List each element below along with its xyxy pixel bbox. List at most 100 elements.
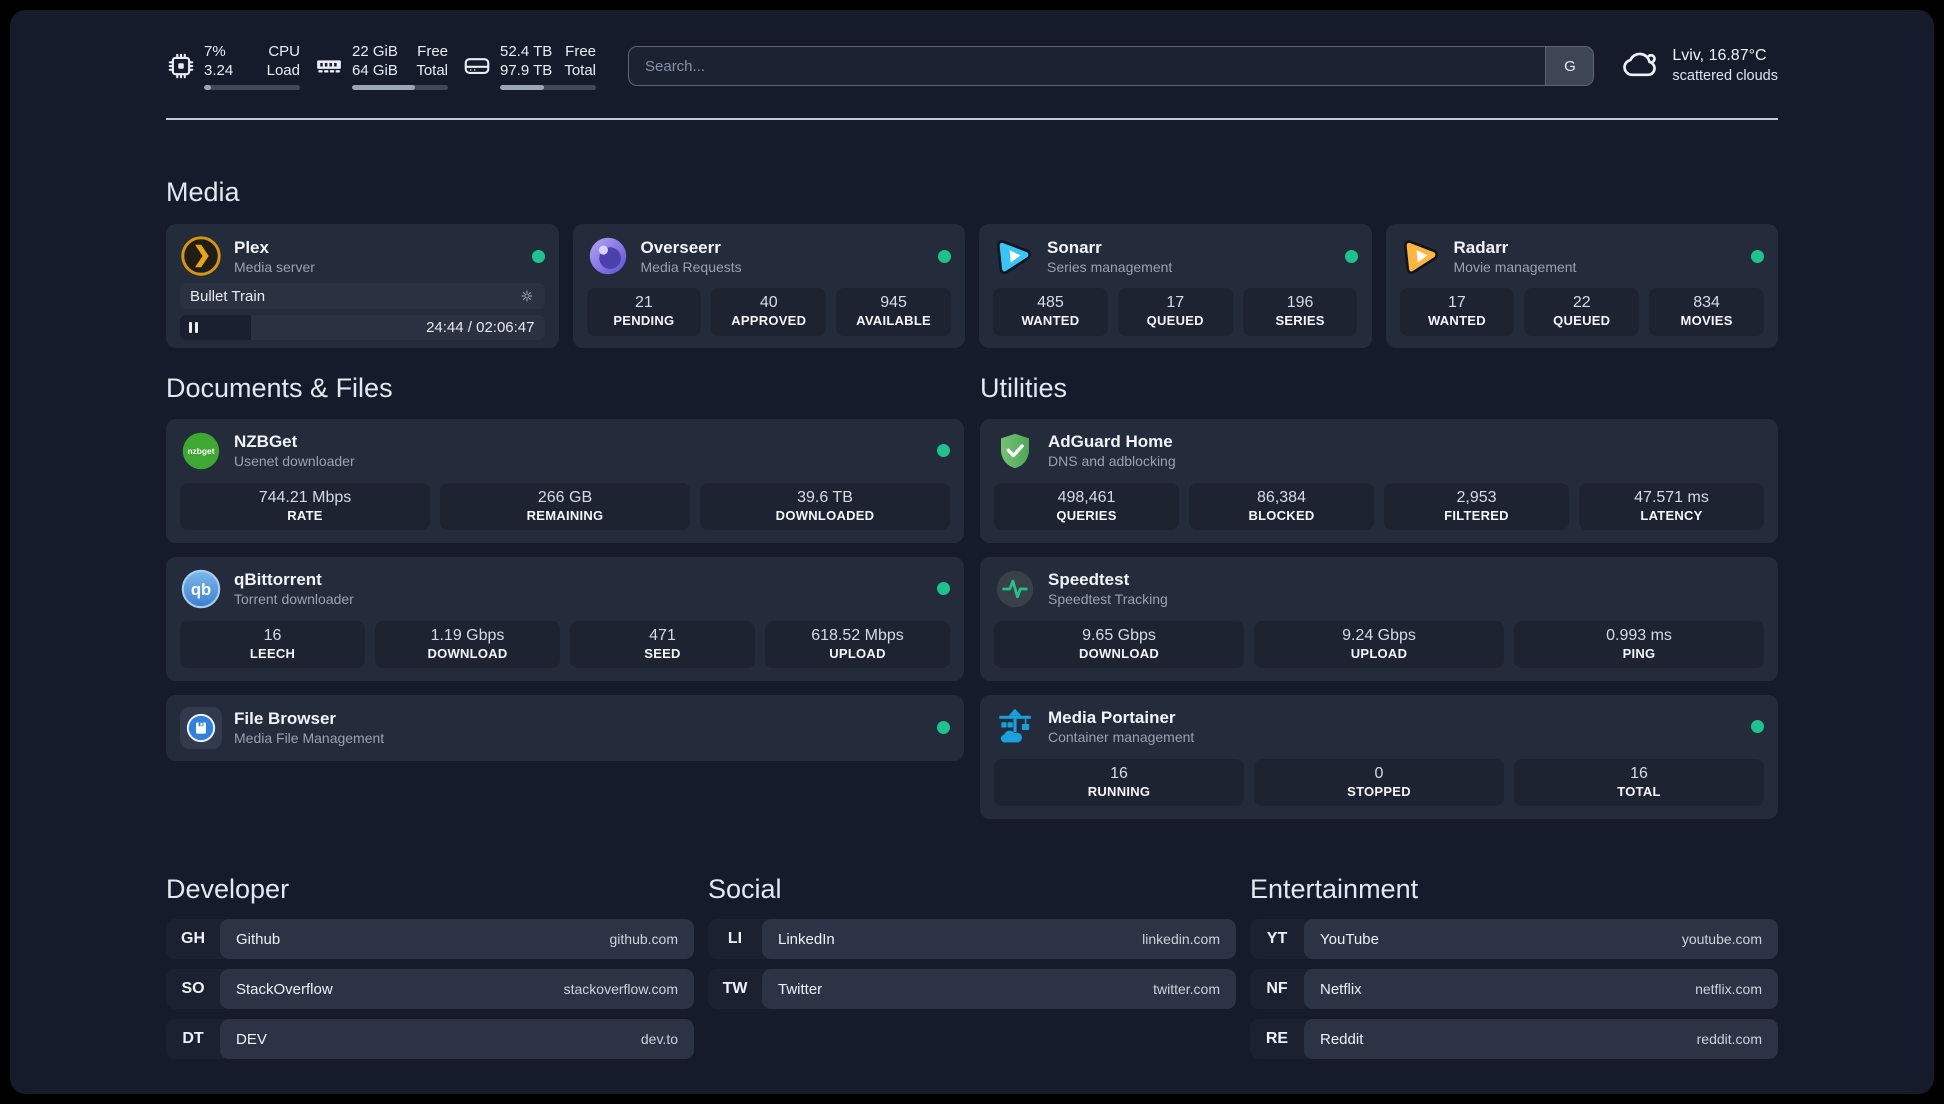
link-name: Github	[236, 930, 281, 948]
status-dot	[1344, 249, 1358, 263]
links-column-entertainment: Entertainment YT YouTube youtube.com NF …	[1250, 873, 1778, 1060]
links-column-developer: Developer GH Github github.com SO StackO…	[166, 873, 694, 1060]
app-subtitle: Container management	[1048, 729, 1195, 746]
app-subtitle: Media server	[234, 258, 315, 275]
app-card-nzbget[interactable]: nzbget NZBGet Usenet downloader 744.21 M…	[166, 418, 964, 543]
header-divider	[166, 118, 1778, 120]
app-subtitle: DNS and adblocking	[1048, 453, 1176, 470]
link-abbr: GH	[181, 930, 205, 948]
header: 7% 3.24 CPU Load 22 GiB 64 GiB Free Tota…	[166, 40, 1778, 92]
app-subtitle: Media Requests	[640, 258, 742, 275]
section-title-developer: Developer	[166, 873, 290, 904]
stat-pill: 39.6 TB DOWNLOADED	[700, 482, 950, 531]
memory-free: 22 GiB	[352, 42, 398, 60]
plex-icon	[180, 235, 222, 277]
section-title-social: Social	[708, 873, 782, 904]
link-item-youtube[interactable]: YT YouTube youtube.com	[1250, 919, 1778, 960]
section-title-media: Media	[166, 177, 240, 207]
playback-elapsed	[180, 315, 252, 341]
cpu-label-1: CPU	[268, 42, 300, 60]
search-input[interactable]	[629, 47, 1546, 85]
weather-condition: scattered clouds	[1672, 67, 1778, 84]
link-url: reddit.com	[1696, 1031, 1762, 1048]
link-abbr: SO	[181, 980, 205, 998]
weather-widget: Lviv, 16.87°C scattered clouds	[1620, 44, 1778, 89]
memory-icon	[314, 51, 344, 81]
playback-progressbar[interactable]: 24:44 / 02:06:47	[180, 315, 545, 341]
app-card-qbittorrent[interactable]: qb qBittorrent Torrent downloader 16 LEE…	[166, 556, 964, 681]
stat-pill: 86,384 BLOCKED	[1189, 482, 1374, 531]
sonarr-icon	[993, 235, 1035, 277]
app-name: Sonarr	[1047, 237, 1102, 257]
adguard-icon	[994, 430, 1036, 472]
stat-pill: 16 TOTAL	[1514, 758, 1764, 807]
link-abbr: NF	[1266, 980, 1288, 998]
cpu-load: 3.24	[204, 62, 234, 79]
app-card-overseerr[interactable]: Overseerr Media Requests 21 PENDING 40 A…	[572, 224, 965, 349]
app-subtitle: Torrent downloader	[234, 591, 354, 608]
link-item-twitter[interactable]: TW Twitter twitter.com	[708, 969, 1236, 1010]
stat-pill: 40 APPROVED	[711, 288, 827, 336]
link-url: stackoverflow.com	[563, 981, 678, 998]
app-card-sonarr[interactable]: Sonarr Series management 485 WANTED 17 Q…	[979, 224, 1372, 349]
app-subtitle: Usenet downloader	[234, 453, 355, 470]
stat-pill: 744.21 Mbps RATE	[180, 482, 430, 531]
app-subtitle: Series management	[1047, 258, 1173, 275]
memory-label-1: Free	[417, 42, 448, 60]
stat-pill: 0 STOPPED	[1254, 758, 1504, 807]
link-item-dev[interactable]: DT DEV dev.to	[166, 1019, 694, 1060]
memory-stat: 22 GiB 64 GiB Free Total	[314, 42, 448, 91]
speedtest-icon	[994, 568, 1036, 610]
disk-label-1: Free	[565, 42, 596, 60]
status-dot	[937, 721, 950, 735]
app-name: Radarr	[1453, 237, 1509, 257]
disk-free: 52.4 TB	[500, 42, 553, 60]
link-abbr: DT	[182, 1030, 204, 1048]
svg-text:nzbget: nzbget	[187, 446, 214, 456]
stat-pill: 471 SEED	[570, 620, 755, 669]
link-item-stackoverflow[interactable]: SO StackOverflow stackoverflow.com	[166, 969, 694, 1010]
app-card-radarr[interactable]: Radarr Movie management 17 WANTED 22 QUE…	[1385, 224, 1778, 349]
app-card-speedtest[interactable]: Speedtest Speedtest Tracking 9.65 Gbps D…	[980, 556, 1778, 681]
app-name: File Browser	[234, 709, 337, 729]
status-dot	[937, 582, 950, 596]
stat-pill: 9.24 Gbps UPLOAD	[1254, 620, 1504, 669]
link-item-github[interactable]: GH Github github.com	[166, 919, 694, 960]
cpu-label-2: Load	[266, 62, 300, 79]
search-engine-button[interactable]: G	[1545, 47, 1594, 85]
nzbget-icon: nzbget	[180, 430, 222, 472]
section-title-documents: Documents & Files	[166, 373, 393, 404]
cpu-stat: 7% 3.24 CPU Load	[166, 42, 300, 91]
links-column-social: Social LI LinkedIn linkedin.com TW Twitt…	[708, 873, 1236, 1059]
link-name: Twitter	[778, 980, 823, 998]
weather-location-temp: Lviv, 16.87°C	[1672, 47, 1767, 65]
app-name: NZBGet	[234, 432, 298, 452]
link-url: dev.to	[640, 1031, 678, 1048]
app-card-plex[interactable]: Plex Media server Bullet Train 24:44 / 0…	[166, 224, 559, 349]
app-card-adguard[interactable]: AdGuard Home DNS and adblocking 498,461 …	[980, 418, 1778, 543]
app-card-portainer[interactable]: Media Portainer Container management 16 …	[980, 694, 1778, 819]
memory-label-2: Total	[416, 62, 448, 79]
link-name: YouTube	[1320, 930, 1379, 948]
app-name: AdGuard Home	[1048, 432, 1173, 452]
pause-icon[interactable]	[189, 322, 192, 334]
link-item-reddit[interactable]: RE Reddit reddit.com	[1250, 1019, 1778, 1060]
search-bar[interactable]: G	[628, 46, 1595, 86]
app-name: qBittorrent	[234, 570, 322, 590]
stat-pill: 266 GB REMAINING	[440, 482, 690, 531]
link-name: Netflix	[1320, 980, 1362, 998]
link-item-linkedin[interactable]: LI LinkedIn linkedin.com	[708, 919, 1236, 960]
app-name: Plex	[234, 237, 269, 257]
status-dot	[1751, 249, 1764, 263]
stat-pill: 1.19 Gbps DOWNLOAD	[375, 620, 560, 669]
gear-icon[interactable]	[519, 288, 535, 304]
link-item-netflix[interactable]: NF Netflix netflix.com	[1250, 969, 1778, 1010]
filebrowser-icon	[180, 706, 222, 749]
utilities-column: Utilities AdGuard Home DNS and adblockin…	[980, 372, 1778, 819]
stat-pill: 498,461 QUERIES	[994, 482, 1179, 531]
app-card-filebrowser[interactable]: File Browser Media File Management	[166, 694, 964, 761]
link-abbr: YT	[1266, 930, 1288, 948]
cpu-icon	[166, 51, 196, 81]
app-subtitle: Movie management	[1453, 258, 1577, 275]
stat-pill: 22 QUEUED	[1524, 288, 1640, 336]
